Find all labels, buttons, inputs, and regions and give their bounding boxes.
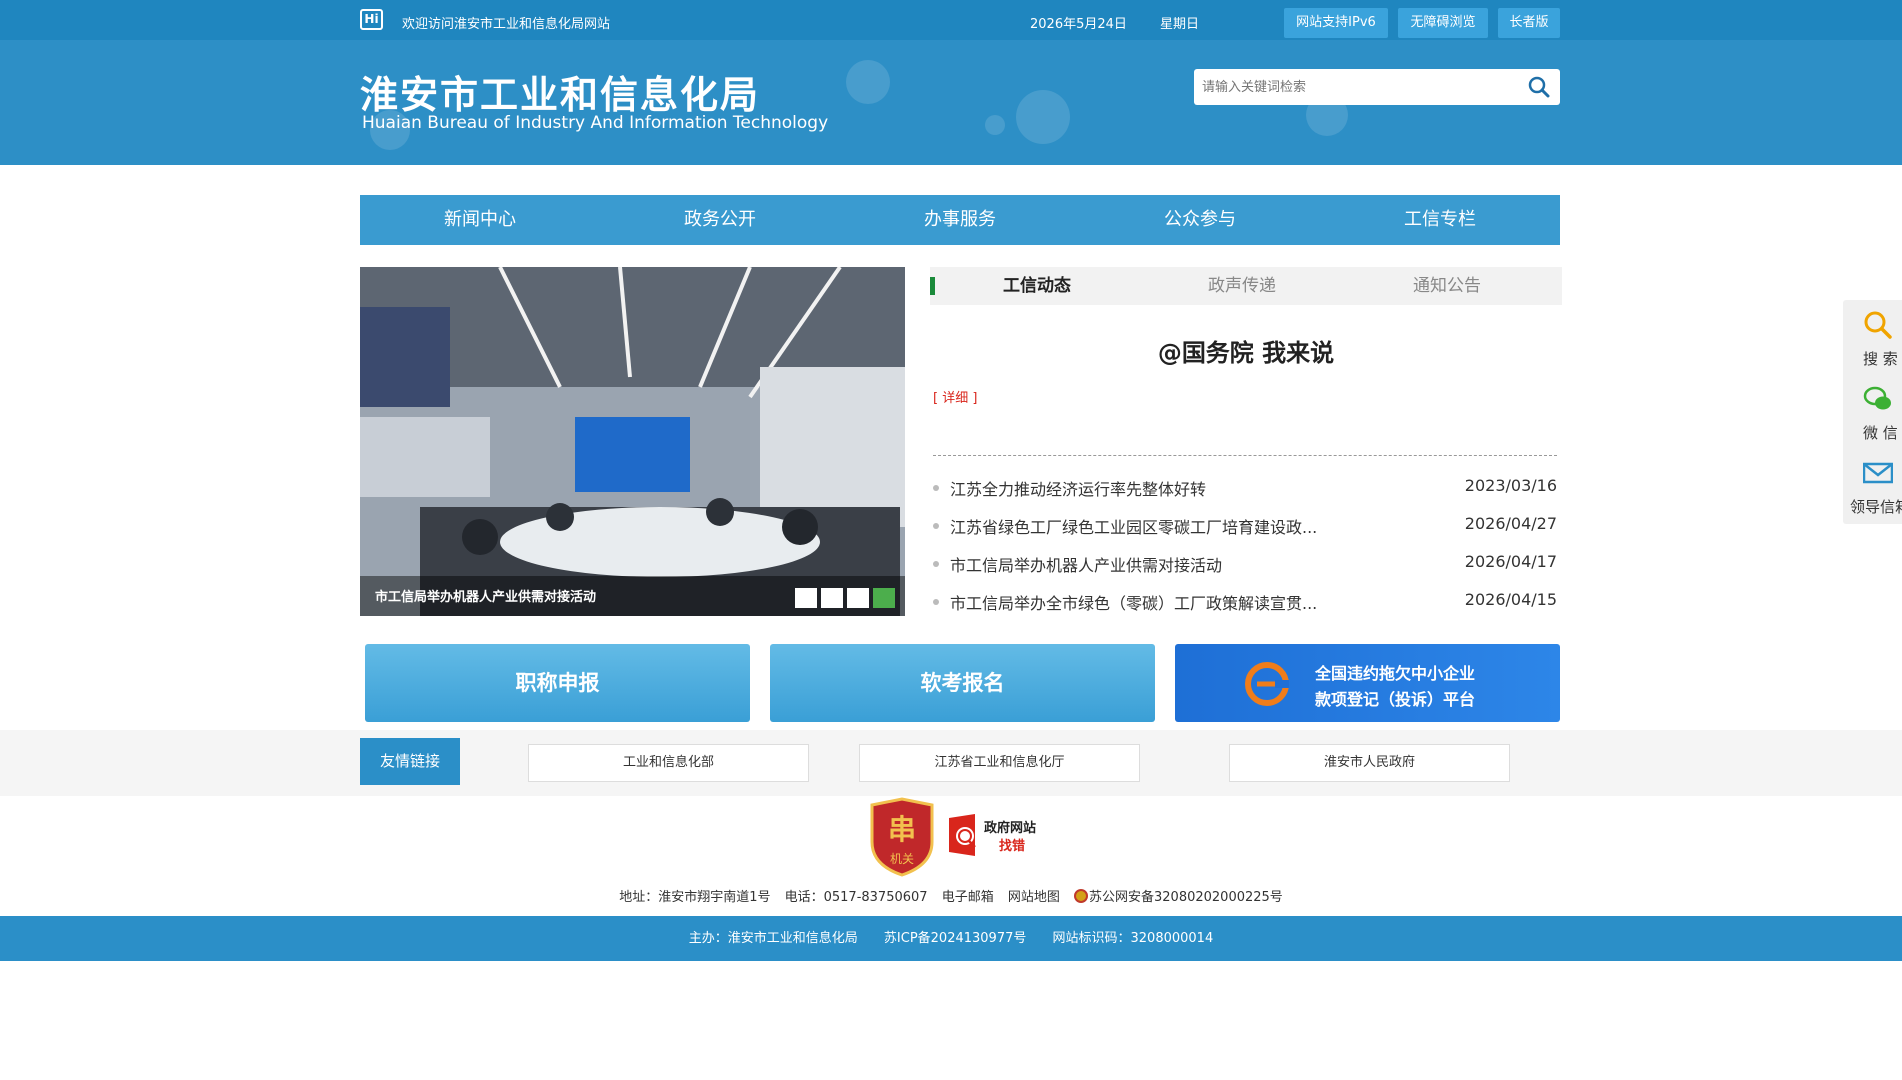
- friend-links-label: 友情链接: [360, 738, 460, 785]
- news-item[interactable]: 江苏省绿色工厂绿色工业园区零碳工厂培育建设政... 2026/04/27: [933, 510, 1557, 548]
- news-title[interactable]: 市工信局举办机器人产业供需对接活动: [950, 552, 1222, 576]
- side-mailbox-label: 领导信箱: [1850, 498, 1902, 516]
- link-huaian-government[interactable]: 淮安市人民政府: [1229, 744, 1510, 782]
- mail-icon: [1863, 462, 1893, 484]
- news-date: 2026/04/15: [1464, 590, 1557, 609]
- search-input[interactable]: [1202, 69, 1512, 105]
- current-date: 2026年5月24日: [1030, 17, 1127, 32]
- decor-bubble: [846, 60, 890, 104]
- slider-dot-active[interactable]: [873, 588, 895, 608]
- title-application-button[interactable]: 职称申报: [365, 644, 750, 722]
- nav-news-center[interactable]: 新闻中心: [360, 195, 600, 245]
- wechat-icon: [1863, 386, 1891, 410]
- main-nav: 新闻中心 政务公开 办事服务 公众参与 工信专栏: [360, 195, 1560, 245]
- news-list: 江苏全力推动经济运行率先整体好转 2023/03/16 江苏省绿色工厂绿色工业园…: [933, 472, 1557, 624]
- side-search-label: 搜 索: [1863, 350, 1898, 368]
- footer-icp[interactable]: 苏ICP备2024130977号: [884, 931, 1026, 946]
- news-tabs: 工信动态 政声传递 通知公告: [930, 267, 1562, 305]
- news-title[interactable]: 市工信局举办全市绿色（零碳）工厂政策解读宣贯...: [950, 590, 1317, 614]
- platform-logo-icon: [1245, 662, 1289, 706]
- police-badge-icon: [1074, 889, 1089, 903]
- party-government-badge-icon[interactable]: 串 机关: [867, 797, 937, 877]
- top-bar: Hi 欢迎访问淮安市工业和信息化局网站 2026年5月24日 星期日 网站支持I…: [0, 0, 1902, 40]
- slider-dots: [795, 588, 895, 608]
- side-leader-mailbox[interactable]: 领导信箱: [1843, 450, 1902, 520]
- news-title[interactable]: 江苏省绿色工厂绿色工业园区零碳工厂培育建设政...: [950, 514, 1317, 538]
- accessibility-button[interactable]: 无障碍浏览: [1398, 8, 1488, 38]
- search-icon: [1864, 311, 1892, 339]
- current-weekday: 星期日: [1160, 17, 1200, 32]
- footer-host: 主办：淮安市工业和信息化局: [688, 931, 858, 946]
- site-header: 淮安市工业和信息化局 Huaian Bureau of Industry And…: [0, 40, 1902, 165]
- zhaocuo-line2: 找错: [999, 838, 1025, 854]
- elder-mode-button[interactable]: 长者版: [1498, 8, 1560, 38]
- tab-marker: [930, 277, 935, 295]
- slider-caption[interactable]: 市工信局举办机器人产业供需对接活动: [375, 586, 596, 605]
- news-item[interactable]: 市工信局举办机器人产业供需对接活动 2026/04/17: [933, 548, 1557, 586]
- news-date: 2026/04/27: [1464, 514, 1557, 533]
- divider: [933, 455, 1557, 456]
- link-jiangsu-industry[interactable]: 江苏省工业和信息化厅: [859, 744, 1140, 782]
- meeting-photo: [360, 267, 905, 616]
- gov-site-error-report-icon[interactable]: 政府网站 找错: [947, 812, 1047, 858]
- news-item[interactable]: 江苏全力推动经济运行率先整体好转 2023/03/16: [933, 472, 1557, 510]
- ipv6-button[interactable]: 网站支持IPv6: [1284, 8, 1388, 38]
- nav-services[interactable]: 办事服务: [840, 195, 1080, 245]
- friend-links-band: 友情链接 工业和信息化部 江苏省工业和信息化厅 淮安市人民政府: [0, 730, 1902, 796]
- slider-dot[interactable]: [821, 588, 843, 608]
- search-box: [1194, 69, 1560, 105]
- decor-bubble: [985, 115, 1005, 135]
- tab-notices[interactable]: 通知公告: [1413, 267, 1481, 305]
- footer-police-record[interactable]: 苏公网安备32080202000225号: [1074, 889, 1283, 905]
- news-title[interactable]: 江苏全力推动经济运行率先整体好转: [950, 476, 1206, 500]
- bullet-icon: [933, 485, 939, 491]
- news-headline[interactable]: @国务院 我来说: [930, 333, 1562, 368]
- nav-public-participation[interactable]: 公众参与: [1080, 195, 1320, 245]
- footer-site-code: 网站标识码：3208000014: [1052, 931, 1214, 946]
- detail-link[interactable]: [ 详细 ]: [933, 387, 977, 406]
- svg-text:串: 串: [888, 813, 916, 846]
- sme-arrears-platform-button[interactable]: 全国违约拖欠中小企业 款项登记（投诉）平台: [1175, 644, 1560, 722]
- news-item[interactable]: 市工信局举办全市绿色（零碳）工厂政策解读宣贯... 2026/04/15: [933, 586, 1557, 624]
- zhaocuo-line1: 政府网站: [984, 820, 1036, 836]
- news-slider[interactable]: 市工信局举办机器人产业供需对接活动: [360, 267, 905, 616]
- side-search[interactable]: 搜 索: [1843, 302, 1902, 372]
- footer-phone: 电话：0517-83750607: [784, 890, 928, 905]
- footer-email-link[interactable]: 电子邮箱: [942, 890, 994, 905]
- tab-industry-news[interactable]: 工信动态: [1003, 267, 1071, 305]
- police-record-text: 苏公网安备32080202000225号: [1089, 890, 1283, 905]
- nav-special-column[interactable]: 工信专栏: [1320, 195, 1560, 245]
- software-exam-button[interactable]: 软考报名: [770, 644, 1155, 722]
- footer-sitemap-link[interactable]: 网站地图: [1008, 890, 1060, 905]
- side-toolbar: 搜 索 微 信 领导信箱: [1843, 300, 1902, 524]
- news-date: 2023/03/16: [1464, 476, 1557, 495]
- site-title: 淮安市工业和信息化局: [360, 73, 761, 117]
- tab-policy-voice[interactable]: 政声传递: [1208, 267, 1276, 305]
- platform-title-line1: 全国违约拖欠中小企业: [1315, 664, 1476, 683]
- link-miit[interactable]: 工业和信息化部: [528, 744, 809, 782]
- side-wechat-label: 微 信: [1863, 424, 1898, 442]
- search-icon[interactable]: [1528, 76, 1550, 98]
- footer-bar: 主办：淮安市工业和信息化局 苏ICP备2024130977号 网站标识码：320…: [0, 916, 1902, 961]
- slider-dot[interactable]: [847, 588, 869, 608]
- bullet-icon: [933, 561, 939, 567]
- bullet-icon: [933, 599, 939, 605]
- platform-title-line2: 款项登记（投诉）平台: [1315, 690, 1476, 709]
- bullet-icon: [933, 523, 939, 529]
- hi-logo-icon: Hi: [360, 9, 383, 30]
- side-wechat[interactable]: 微 信: [1843, 376, 1902, 446]
- nav-government-affairs[interactable]: 政务公开: [600, 195, 840, 245]
- footer-address: 地址：淮安市翔宇南道1号: [619, 890, 771, 905]
- badge-text: 机关: [890, 852, 914, 866]
- decor-bubble: [1016, 90, 1070, 144]
- slider-dot[interactable]: [795, 588, 817, 608]
- welcome-text: 欢迎访问淮安市工业和信息化局网站: [402, 17, 611, 32]
- news-date: 2026/04/17: [1464, 552, 1557, 571]
- site-title-english: Huaian Bureau of Industry And Informatio…: [362, 113, 829, 133]
- footer-info: 地址：淮安市翔宇南道1号 电话：0517-83750607 电子邮箱 网站地图 …: [0, 886, 1902, 905]
